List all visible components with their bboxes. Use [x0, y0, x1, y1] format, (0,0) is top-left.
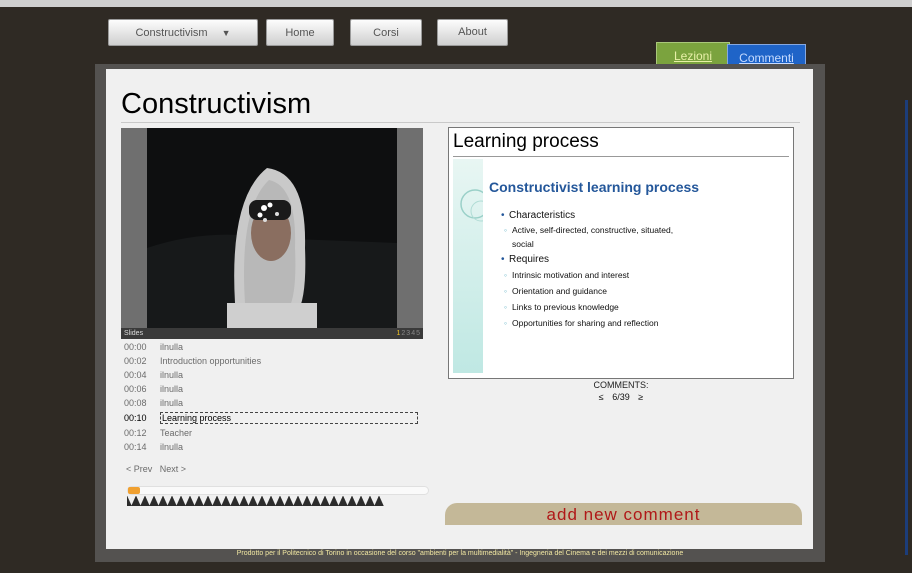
chapter-item[interactable]: 00:02 Introduction opportunities	[124, 355, 261, 367]
chapter-item[interactable]: 00:04 ilnulla	[124, 369, 183, 381]
window-edge	[905, 100, 908, 555]
chapter-item[interactable]: 00:06 ilnulla	[124, 383, 183, 395]
slide-number-list: 12345	[395, 330, 420, 337]
slide-sub-bullet: Opportunities for sharing and reflection	[504, 316, 673, 330]
video-player[interactable]	[121, 128, 423, 328]
slide-page-number: 6/39	[612, 392, 630, 402]
slide-sub-bullet: Intrinsic motivation and interest	[504, 268, 673, 282]
slide-number[interactable]: 4	[411, 330, 415, 337]
chapter-title: Teacher	[160, 428, 193, 438]
nav-about-button[interactable]: About	[437, 19, 508, 46]
chapter-time: 00:08	[124, 398, 147, 408]
chapter-item[interactable]: 00:14 ilnulla	[124, 441, 183, 453]
nav-dropdown-label: Constructivism	[135, 26, 208, 39]
slide-bullet: Characteristics	[501, 209, 673, 223]
slide-number[interactable]: 5	[416, 330, 420, 337]
chapter-item-active[interactable]: 00:10 Learning process	[124, 412, 418, 424]
slide-decoration-strip	[453, 159, 492, 373]
slide-bullet: Requires	[501, 253, 673, 267]
footer-credit: Prodotto per il Politecnico di Torino in…	[236, 550, 684, 557]
chapter-title: Learning process	[160, 412, 418, 424]
page-title: Constructivism	[121, 88, 312, 120]
chevron-down-icon: ▼	[221, 27, 231, 38]
nav-about-label: About	[458, 26, 487, 38]
tab-lezioni-label: Lezioni	[673, 48, 713, 63]
chapter-item[interactable]: 00:08 ilnulla	[124, 397, 183, 409]
seek-progress[interactable]	[128, 487, 140, 494]
chapter-title: ilnulla	[160, 442, 184, 452]
chapter-time: 00:14	[124, 442, 147, 452]
chapter-time: 00:06	[124, 384, 147, 394]
slide-number[interactable]: 2	[401, 330, 405, 337]
nav-home-label: Home	[285, 26, 315, 39]
slide-prev-button[interactable]: ≤	[599, 392, 604, 402]
video-frame	[147, 128, 397, 328]
slide-pager: ≤ 6/39 ≥	[453, 392, 789, 402]
chapter-title: ilnulla	[160, 384, 184, 394]
top-border	[0, 0, 912, 7]
comments-label: COMMENTS:	[593, 380, 649, 390]
chapter-time: 00:12	[124, 428, 147, 438]
chapter-time: 00:00	[124, 342, 147, 352]
nav-dropdown-constructivism[interactable]: Constructivism ▼	[108, 19, 258, 46]
chapter-title: ilnulla	[160, 342, 184, 352]
nav-corsi-label: Corsi	[373, 26, 399, 39]
slide-heading: Learning process	[453, 131, 599, 152]
chapter-item[interactable]: 00:12 Teacher	[124, 427, 192, 439]
slide-number[interactable]: 1	[396, 330, 400, 337]
slide-sub-bullet: Links to previous knowledge	[504, 300, 673, 314]
chapter-title: ilnulla	[160, 398, 184, 408]
slides-label: Slides	[124, 330, 144, 337]
tab-commenti-label: Commenti	[739, 50, 794, 65]
slide-sub-bullet: Orientation and guidance	[504, 284, 673, 298]
waveform-decoration	[127, 495, 384, 506]
slide-swirl-decoration	[460, 189, 492, 222]
chapter-pager: < Prev Next >	[126, 464, 191, 474]
video-image-person-hoodie	[147, 128, 397, 328]
slide-image: Constructivist learning process Characte…	[453, 159, 789, 402]
slide-heading-divider	[453, 156, 789, 157]
add-comment-button[interactable]: add new comment	[445, 503, 802, 525]
slide-bullet-list: Characteristics Active, self-directed, c…	[501, 209, 673, 330]
prev-link[interactable]: < Prev	[126, 464, 152, 474]
slide-sub-bullet-continuation: social	[512, 239, 534, 249]
nav-corsi-button[interactable]: Corsi	[350, 19, 422, 46]
slides-bar: Slides 12345	[121, 328, 423, 339]
slide-number[interactable]: 3	[406, 330, 410, 337]
chapter-time: 00:02	[124, 356, 147, 366]
chapter-title: ilnulla	[160, 370, 184, 380]
slide-next-button[interactable]: ≥	[638, 392, 643, 402]
slide-viewer: Learning process Constructivist learning…	[448, 127, 794, 402]
slide-content-title: Constructivist learning process	[489, 179, 700, 195]
chapter-title: Introduction opportunities	[160, 356, 262, 366]
chapter-time: 00:10	[124, 413, 147, 423]
title-divider	[121, 122, 800, 123]
next-link[interactable]: Next >	[160, 464, 186, 474]
slide-sub-bullet: Active, self-directed, constructive, sit…	[504, 223, 673, 237]
chapter-time: 00:04	[124, 370, 147, 380]
chapter-item[interactable]: 00:00 ilnulla	[124, 341, 183, 353]
nav-home-button[interactable]: Home	[266, 19, 334, 46]
